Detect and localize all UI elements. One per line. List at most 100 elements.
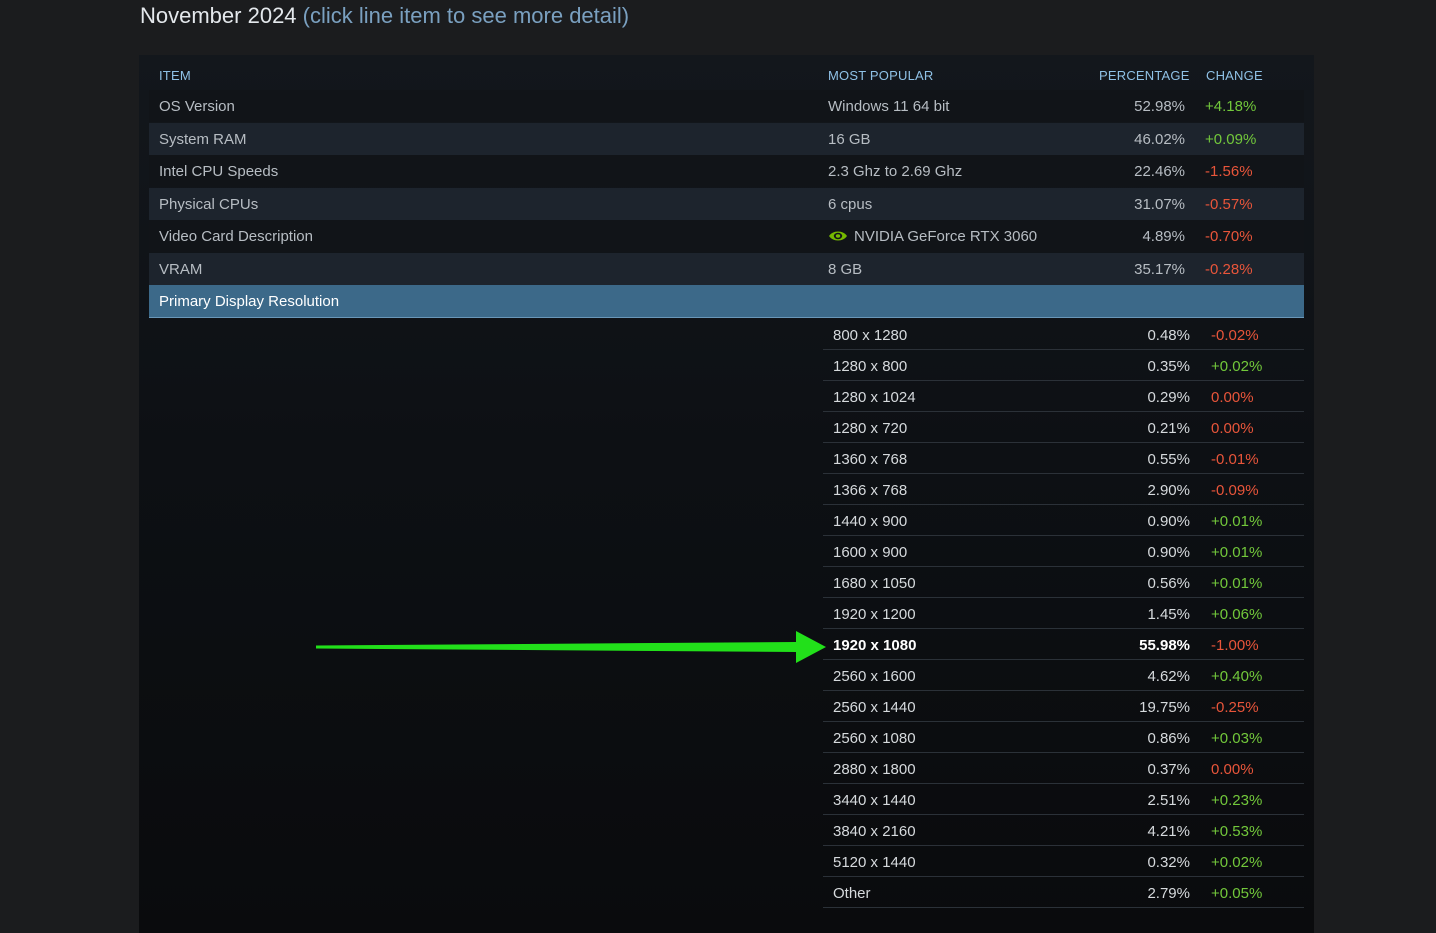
resolution-percentage: 0.21% (1147, 420, 1190, 437)
resolution-row[interactable]: 1920 x 1200 1.45% +0.06% (823, 598, 1304, 629)
row-percentage: 4.89% (1142, 228, 1185, 245)
resolution-row[interactable]: 800 x 1280 0.48% -0.02% (823, 319, 1304, 350)
heading-title: November 2024 (140, 3, 297, 28)
row-item: OS Version (159, 98, 235, 115)
resolution-percentage: 4.21% (1147, 823, 1190, 840)
resolution-change: +0.05% (1211, 885, 1263, 902)
resolution-label: 2560 x 1600 (833, 668, 916, 685)
resolution-change: +0.40% (1211, 668, 1263, 685)
resolution-row[interactable]: 2560 x 1080 0.86% +0.03% (823, 722, 1304, 753)
resolution-change: -1.00% (1211, 637, 1259, 654)
resolution-row[interactable]: 3440 x 1440 2.51% +0.23% (823, 784, 1304, 815)
table-row-os-version[interactable]: OS Version Windows 11 64 bit 52.98% +4.1… (149, 90, 1304, 122)
table-row-vram[interactable]: VRAM 8 GB 35.17% -0.28% (149, 253, 1304, 285)
row-most-popular: NVIDIA GeForce RTX 3060 (854, 228, 1038, 245)
column-header-item: ITEM (159, 68, 191, 83)
resolution-change: 0.00% (1211, 761, 1254, 778)
resolution-row[interactable]: 1280 x 720 0.21% 0.00% (823, 412, 1304, 443)
resolution-label: 1280 x 1024 (833, 389, 916, 406)
resolution-label: 2560 x 1080 (833, 730, 916, 747)
section-primary-display-resolution[interactable]: Primary Display Resolution (149, 285, 1304, 318)
row-percentage: 31.07% (1134, 196, 1185, 213)
resolution-change: 0.00% (1211, 420, 1254, 437)
row-most-popular: 6 cpus (828, 196, 873, 213)
resolution-row[interactable]: 1366 x 768 2.90% -0.09% (823, 474, 1304, 505)
nvidia-logo-icon (829, 231, 847, 241)
table-row-system-ram[interactable]: System RAM 16 GB 46.02% +0.09% (149, 123, 1304, 155)
resolution-change: -0.25% (1211, 699, 1259, 716)
resolution-percentage: 19.75% (1139, 699, 1190, 716)
green-arrow-icon (316, 631, 826, 663)
resolution-change: +0.23% (1211, 792, 1263, 809)
row-change: -0.70% (1205, 228, 1253, 245)
resolution-row[interactable]: 2560 x 1600 4.62% +0.40% (823, 660, 1304, 691)
row-most-popular: Windows 11 64 bit (828, 98, 950, 115)
resolution-percentage: 0.90% (1147, 513, 1190, 530)
resolution-percentage: 0.37% (1147, 761, 1190, 778)
resolution-percentage: 0.56% (1147, 575, 1190, 592)
resolution-label: 1600 x 900 (833, 544, 908, 561)
resolution-label: 1280 x 720 (833, 420, 908, 437)
page: November 2024 (click line item to see mo… (0, 0, 1436, 933)
table-row-physical-cpus[interactable]: Physical CPUs 6 cpus 31.07% -0.57% (149, 188, 1304, 220)
column-header-percentage: PERCENTAGE (1099, 68, 1190, 83)
row-change: -0.28% (1205, 261, 1253, 278)
resolution-row[interactable]: 3840 x 2160 4.21% +0.53% (823, 815, 1304, 846)
row-change: +4.18% (1205, 98, 1257, 115)
row-change: -0.57% (1205, 196, 1253, 213)
resolution-percentage: 0.32% (1147, 854, 1190, 871)
resolution-percentage: 4.62% (1147, 668, 1190, 685)
resolution-label: 3440 x 1440 (833, 792, 916, 809)
resolution-row[interactable]: 1280 x 800 0.35% +0.02% (823, 350, 1304, 381)
resolution-row[interactable]: 2560 x 1440 19.75% -0.25% (823, 691, 1304, 722)
resolution-percentage: 0.48% (1147, 327, 1190, 344)
resolution-label: 1920 x 1080 (833, 637, 917, 654)
resolution-row[interactable]: 1280 x 1024 0.29% 0.00% (823, 381, 1304, 412)
resolution-percentage: 0.35% (1147, 358, 1190, 375)
row-percentage: 52.98% (1134, 98, 1185, 115)
resolution-row[interactable]: 5120 x 1440 0.32% +0.02% (823, 846, 1304, 877)
resolution-change: +0.01% (1211, 513, 1263, 530)
section-label: Primary Display Resolution (159, 293, 340, 310)
resolution-label: 2880 x 1800 (833, 761, 916, 778)
resolution-label: 1360 x 768 (833, 451, 908, 468)
resolution-label: 1440 x 900 (833, 513, 908, 530)
resolution-row[interactable]: 1680 x 1050 0.56% +0.01% (823, 567, 1304, 598)
resolution-row[interactable]: Other 2.79% +0.05% (823, 877, 1304, 908)
resolution-label: 5120 x 1440 (833, 854, 916, 871)
table-row-intel-cpu-speeds[interactable]: Intel CPU Speeds 2.3 Ghz to 2.69 Ghz 22.… (149, 155, 1304, 187)
resolution-label: 2560 x 1440 (833, 699, 916, 716)
resolution-percentage: 2.51% (1147, 792, 1190, 809)
resolution-row[interactable]: 1440 x 900 0.90% +0.01% (823, 505, 1304, 536)
resolution-row[interactable]: 1600 x 900 0.90% +0.01% (823, 536, 1304, 567)
row-item: Video Card Description (159, 228, 313, 245)
row-change: -1.56% (1205, 163, 1253, 180)
row-most-popular: 8 GB (828, 261, 863, 278)
resolution-row[interactable]: 1360 x 768 0.55% -0.01% (823, 443, 1304, 474)
resolution-percentage: 0.86% (1147, 730, 1190, 747)
heading-hint: (click line item to see more detail) (302, 3, 630, 28)
resolution-label: 1920 x 1200 (833, 606, 916, 623)
resolution-percentage: 0.90% (1147, 544, 1190, 561)
resolution-change: -0.09% (1211, 482, 1259, 499)
resolution-row-highlighted[interactable]: 1920 x 1080 55.98% -1.00% (823, 629, 1304, 660)
resolution-row[interactable]: 2880 x 1800 0.37% 0.00% (823, 753, 1304, 784)
resolution-percentage: 0.55% (1147, 451, 1190, 468)
row-percentage: 35.17% (1134, 261, 1185, 278)
resolution-change: +0.02% (1211, 854, 1263, 871)
resolution-label: Other (833, 885, 871, 902)
row-percentage: 22.46% (1134, 163, 1185, 180)
row-percentage: 46.02% (1134, 131, 1185, 148)
resolution-label: 1680 x 1050 (833, 575, 916, 592)
table-row-video-card[interactable]: Video Card Description NVIDIA GeForce RT… (149, 220, 1304, 252)
page-heading: November 2024 (click line item to see mo… (140, 3, 629, 29)
resolution-change: +0.53% (1211, 823, 1263, 840)
resolution-change: -0.01% (1211, 451, 1259, 468)
resolution-label: 1280 x 800 (833, 358, 908, 375)
resolution-percentage: 2.79% (1147, 885, 1190, 902)
column-header-change: CHANGE (1206, 68, 1263, 83)
resolution-label: 800 x 1280 (833, 327, 908, 344)
row-item: Intel CPU Speeds (159, 163, 279, 180)
resolution-percentage: 0.29% (1147, 389, 1190, 406)
resolution-percentage: 1.45% (1147, 606, 1190, 623)
